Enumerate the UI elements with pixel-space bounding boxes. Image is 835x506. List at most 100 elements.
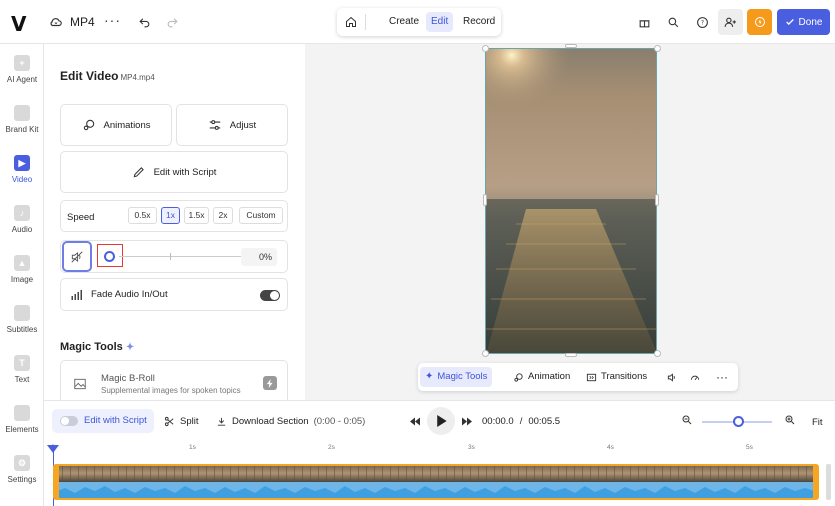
project-title[interactable]: MP4 bbox=[70, 15, 95, 29]
more-options-icon[interactable]: ··· bbox=[104, 12, 121, 28]
sliders-icon bbox=[209, 120, 221, 130]
left-sidebar: + AI Agent Brand Kit ▶ Video ♪ Audio ▲ I… bbox=[0, 44, 44, 506]
fade-audio-row: Fade Audio In/Out bbox=[60, 278, 288, 311]
download-range: (0:00 - 0:05) bbox=[313, 416, 366, 427]
sidebar-item-text[interactable]: T Text bbox=[0, 355, 44, 384]
undo-icon[interactable] bbox=[132, 10, 156, 34]
sidebar-item-label: Elements bbox=[5, 425, 39, 434]
app-logo[interactable]: V bbox=[11, 12, 26, 36]
fit-button[interactable]: Fit bbox=[812, 417, 823, 428]
speed-option-0-5x[interactable]: 0.5x bbox=[128, 207, 157, 224]
home-icon[interactable] bbox=[343, 14, 359, 30]
transitions-icon bbox=[586, 373, 597, 381]
volume-slider-midmark bbox=[170, 253, 171, 260]
done-button[interactable]: Done bbox=[777, 9, 830, 35]
volume-slider-handle[interactable] bbox=[104, 251, 115, 262]
more-options-icon[interactable]: ··· bbox=[711, 367, 733, 387]
tab-edit[interactable]: Edit bbox=[426, 12, 454, 32]
speed-option-1x[interactable]: 1x bbox=[161, 207, 180, 224]
check-icon bbox=[785, 19, 794, 25]
animation-button[interactable]: Animation bbox=[508, 367, 575, 387]
transitions-button[interactable]: Transitions bbox=[581, 367, 652, 387]
speed-option-custom[interactable]: Custom bbox=[239, 207, 283, 224]
resize-handle-bl[interactable] bbox=[482, 350, 489, 357]
add-user-icon bbox=[724, 17, 736, 27]
resize-handle-left[interactable] bbox=[483, 194, 487, 206]
tab-record[interactable]: Record bbox=[458, 12, 500, 32]
sidebar-item-image[interactable]: ▲ Image bbox=[0, 255, 44, 284]
animation-label: Animation bbox=[528, 371, 571, 382]
clip-trim-handle-left[interactable] bbox=[55, 466, 59, 498]
time-ruler[interactable]: 0 1s 2s 3s 4s 5s bbox=[51, 444, 819, 454]
resize-handle-br[interactable] bbox=[654, 350, 661, 357]
sidebar-item-label: Image bbox=[10, 275, 34, 284]
gift-icon[interactable] bbox=[632, 10, 656, 34]
ruler-tick: 2s bbox=[328, 444, 335, 451]
skip-forward-icon[interactable] bbox=[460, 414, 474, 428]
ruler-tick: 3s bbox=[468, 444, 475, 451]
magic-broll-desc: Supplemental images for spoken topics bbox=[101, 386, 241, 395]
edit-with-script-toggle-button[interactable]: Edit with Script bbox=[52, 409, 154, 433]
speed-button[interactable] bbox=[684, 367, 706, 387]
zoom-slider-handle[interactable] bbox=[733, 416, 744, 427]
sidebar-item-label: Video bbox=[11, 175, 33, 184]
sidebar-item-video[interactable]: ▶ Video bbox=[0, 155, 44, 184]
sparkle-icon: ✦ bbox=[425, 371, 434, 382]
redo-icon[interactable] bbox=[160, 10, 184, 34]
magic-tools-title: Magic Tools bbox=[60, 341, 123, 353]
split-button[interactable]: Split bbox=[164, 416, 198, 427]
resize-handle-top[interactable] bbox=[565, 44, 577, 48]
sidebar-item-audio[interactable]: ♪ Audio bbox=[0, 205, 44, 234]
elements-icon bbox=[14, 405, 30, 421]
mode-switcher: Create Edit Record bbox=[337, 8, 501, 36]
speed-option-1-5x[interactable]: 1.5x bbox=[184, 207, 209, 224]
time-separator: / bbox=[519, 416, 523, 427]
zoom-in-icon[interactable] bbox=[784, 414, 798, 428]
add-user-button[interactable] bbox=[718, 9, 743, 35]
speed-row: Speed 0.5x 1x 1.5x 2x Custom bbox=[60, 200, 288, 232]
adjust-button[interactable]: Adjust bbox=[176, 104, 288, 146]
clip-trim-handle-right[interactable] bbox=[813, 466, 817, 498]
mute-button[interactable] bbox=[62, 241, 92, 272]
play-button[interactable] bbox=[427, 407, 455, 435]
edit-with-script-toggle[interactable] bbox=[60, 416, 78, 426]
volume-value[interactable]: 0% bbox=[241, 248, 277, 266]
magic-broll-card[interactable]: Magic B-Roll Supplemental images for spo… bbox=[60, 360, 288, 400]
volume-slider-track[interactable] bbox=[119, 256, 249, 257]
clip-thumbnails bbox=[55, 466, 817, 498]
speed-label: Speed bbox=[67, 212, 95, 223]
sidebar-item-elements[interactable]: Elements bbox=[0, 405, 44, 434]
volume-button[interactable] bbox=[661, 367, 683, 387]
help-icon[interactable]: ? bbox=[690, 10, 714, 34]
resize-handle-right[interactable] bbox=[655, 194, 659, 206]
upgrade-button[interactable] bbox=[747, 9, 772, 35]
tab-create[interactable]: Create bbox=[384, 12, 424, 32]
fade-audio-toggle[interactable] bbox=[260, 290, 280, 301]
sidebar-item-label: Brand Kit bbox=[5, 125, 39, 134]
animations-button[interactable]: Animations bbox=[60, 104, 172, 146]
magic-tools-button[interactable]: ✦ Magic Tools bbox=[420, 367, 493, 387]
timeline-panel: Edit with Script Split Download Section … bbox=[44, 400, 835, 506]
speed-option-2x[interactable]: 2x bbox=[213, 207, 233, 224]
zoom-out-icon[interactable] bbox=[681, 414, 695, 428]
resize-handle-tr[interactable] bbox=[654, 45, 661, 52]
sidebar-item-brand-kit[interactable]: Brand Kit bbox=[0, 105, 44, 134]
sidebar-item-settings[interactable]: ⚙ Settings bbox=[0, 455, 44, 484]
resize-handle-bottom[interactable] bbox=[565, 353, 577, 357]
magic-tools-heading: Magic Tools ✦ bbox=[60, 341, 134, 353]
canvas-area: ✦ Magic Tools Animation Transitions ··· bbox=[305, 44, 835, 400]
audio-bars-icon bbox=[71, 289, 82, 300]
edit-with-script-button[interactable]: Edit with Script bbox=[60, 151, 288, 193]
split-label: Split bbox=[180, 416, 199, 427]
video-preview[interactable] bbox=[485, 48, 657, 354]
video-clip-track[interactable] bbox=[53, 464, 819, 500]
sidebar-item-subtitles[interactable]: Subtitles bbox=[0, 305, 44, 334]
search-icon[interactable] bbox=[661, 10, 685, 34]
animations-icon bbox=[83, 119, 94, 131]
resize-handle-tl[interactable] bbox=[482, 45, 489, 52]
download-section-button[interactable]: Download Section (0:00 - 0:05) bbox=[216, 416, 365, 427]
skip-back-icon[interactable] bbox=[408, 414, 422, 428]
cloud-icon[interactable] bbox=[44, 10, 68, 34]
timeline-scrollbar[interactable] bbox=[826, 464, 831, 500]
sidebar-item-ai-agent[interactable]: + AI Agent bbox=[0, 55, 44, 84]
